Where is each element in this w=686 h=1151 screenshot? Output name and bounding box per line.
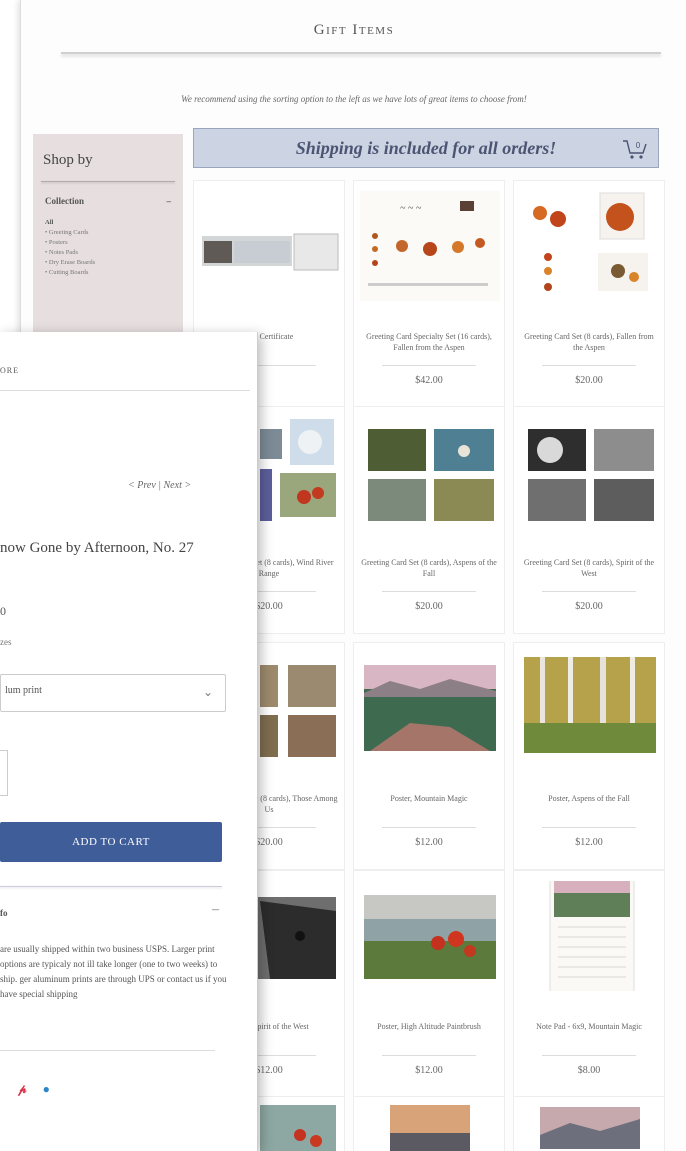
add-to-cart-button[interactable]: ADD TO CART [0,822,222,862]
product-name[interactable]: Note Pad - 6x9, Mountain Magic [520,1021,658,1032]
product-image-aspens-poster [520,653,660,763]
shipping-banner: Shipping is included for all orders! 0 [193,128,659,168]
product-price: $20.00 [575,375,603,386]
product-image-range [520,1105,660,1151]
nav-separator: | [158,480,162,491]
card-divider [382,365,476,366]
product-image-note-pad [520,881,660,991]
product-card[interactable]: ~ ~ ~ Greeting Card Specialty Set (16 ca… [353,180,505,408]
collapse-icon[interactable]: – [167,196,172,206]
size-select[interactable]: lum print ⌄ [0,674,226,712]
collection-item-note-pads[interactable]: • Notes Pads [45,248,183,258]
collection-item-posters[interactable]: • Posters [45,238,183,248]
cart-icon[interactable]: 0 [622,137,648,161]
shop-by-heading: Shop by [43,152,93,168]
product-price: 0 [0,604,6,618]
product-price: $20.00 [575,601,603,612]
size-select-value: lum print [5,685,42,696]
info-divider [0,886,222,887]
card-divider [382,1055,476,1056]
next-link[interactable]: Next [164,480,182,491]
product-price: $12.00 [415,837,443,848]
chevron-left-icon[interactable]: < [128,480,135,491]
product-card[interactable]: Note Pad - 6x9, Mountain Magic $8.00 [513,870,665,1098]
shipping-banner-text: Shipping is included for all orders! [295,137,557,158]
product-price: $12.00 [415,1065,443,1076]
product-card[interactable]: Poster, Aspens of the Fall $12.00 [513,642,665,870]
product-card[interactable]: Poster, Mountain Magic $12.00 [353,642,505,870]
collection-item-all[interactable]: All [45,218,183,228]
product-image-paintbrush [360,881,500,991]
quantity-input[interactable] [0,750,8,796]
card-divider [382,827,476,828]
prev-link[interactable]: Prev [137,480,156,491]
shipping-info-body: are usually shipped within two business … [0,944,227,999]
chevron-down-icon: ⌄ [202,685,213,699]
svg-text:~ ~ ~: ~ ~ ~ [400,203,422,214]
sorting-note: We recommend using the sorting option to… [181,94,527,104]
product-image-gift-certificate [200,191,340,301]
product-name[interactable]: Greeting Card Set (8 cards), Aspens of t… [360,557,498,579]
social-divider [0,1050,215,1051]
product-title: now Gone by Afternoon, No. 27 [0,540,194,556]
header-divider [0,390,250,391]
product-price: $8.00 [577,1065,601,1076]
screenshot-stage: Gift Items We recommend using the sortin… [0,0,686,1151]
collection-list: All • Greeting Cards • Posters • Notes P… [33,206,183,278]
product-price: $20.00 [415,601,443,612]
social-share: 𝓅 ● [18,1082,50,1097]
page-title: Gift Items [313,22,395,38]
share-pin-icon[interactable]: ● [43,1082,50,1097]
card-divider [542,365,636,366]
card-divider [542,1055,636,1056]
collection-label: Collection [45,196,84,206]
collection-filter-header[interactable]: Collection – [33,182,183,206]
product-detail-page: ORE < Prev | Next > now Gone by Afternoo… [0,332,258,1151]
collection-item-greeting-cards[interactable]: • Greeting Cards [45,228,183,238]
product-name[interactable]: Greeting Card Set (8 cards), Spirit of t… [520,557,658,579]
product-name[interactable]: Poster, Aspens of the Fall [520,793,658,804]
card-divider [542,827,636,828]
product-image-specialty-set: ~ ~ ~ [360,191,500,301]
product-image-spirit-west [520,417,660,527]
product-card[interactable]: Greeting Card Set (8 cards), Spirit of t… [513,406,665,634]
store-breadcrumb[interactable]: ORE [0,366,19,375]
collection-item-cutting-boards[interactable]: • Cutting Boards [45,268,183,278]
shipping-info-heading[interactable]: fo [0,908,8,918]
product-card[interactable] [513,1096,665,1151]
product-image-sunset [360,1105,500,1151]
product-name[interactable]: Poster, Mountain Magic [360,793,498,804]
product-card[interactable]: Greeting Card Set (8 cards), Fallen from… [513,180,665,408]
chevron-right-icon[interactable]: > [184,480,191,491]
sizes-label: zes [0,637,12,647]
title-divider [61,52,661,54]
shop-by-sidebar: Shop by Collection – All • Greeting Card… [33,134,183,354]
product-image-mountain-magic [360,653,500,763]
pinterest-icon[interactable]: 𝓅 [18,1082,27,1097]
card-divider [382,591,476,592]
product-image-fallen-aspen [520,191,660,301]
product-card[interactable]: Poster, High Altitude Paintbrush $12.00 [353,870,505,1098]
product-price: $12.00 [575,837,603,848]
collection-item-dry-erase[interactable]: • Dry Erase Boards [45,258,183,268]
collapse-info-icon[interactable]: – [212,902,219,918]
product-price: $42.00 [415,375,443,386]
product-image-aspens-fall [360,417,500,527]
card-divider [542,591,636,592]
product-name[interactable]: Greeting Card Set (8 cards), Fallen from… [520,331,658,353]
cart-count: 0 [636,141,641,150]
product-card[interactable]: Greeting Card Set (8 cards), Aspens of t… [353,406,505,634]
product-name[interactable]: Poster, High Altitude Paintbrush [360,1021,498,1032]
product-card[interactable] [353,1096,505,1151]
prev-next-nav: < Prev | Next > [128,480,191,491]
product-name[interactable]: Greeting Card Specialty Set (16 cards), … [360,331,498,353]
